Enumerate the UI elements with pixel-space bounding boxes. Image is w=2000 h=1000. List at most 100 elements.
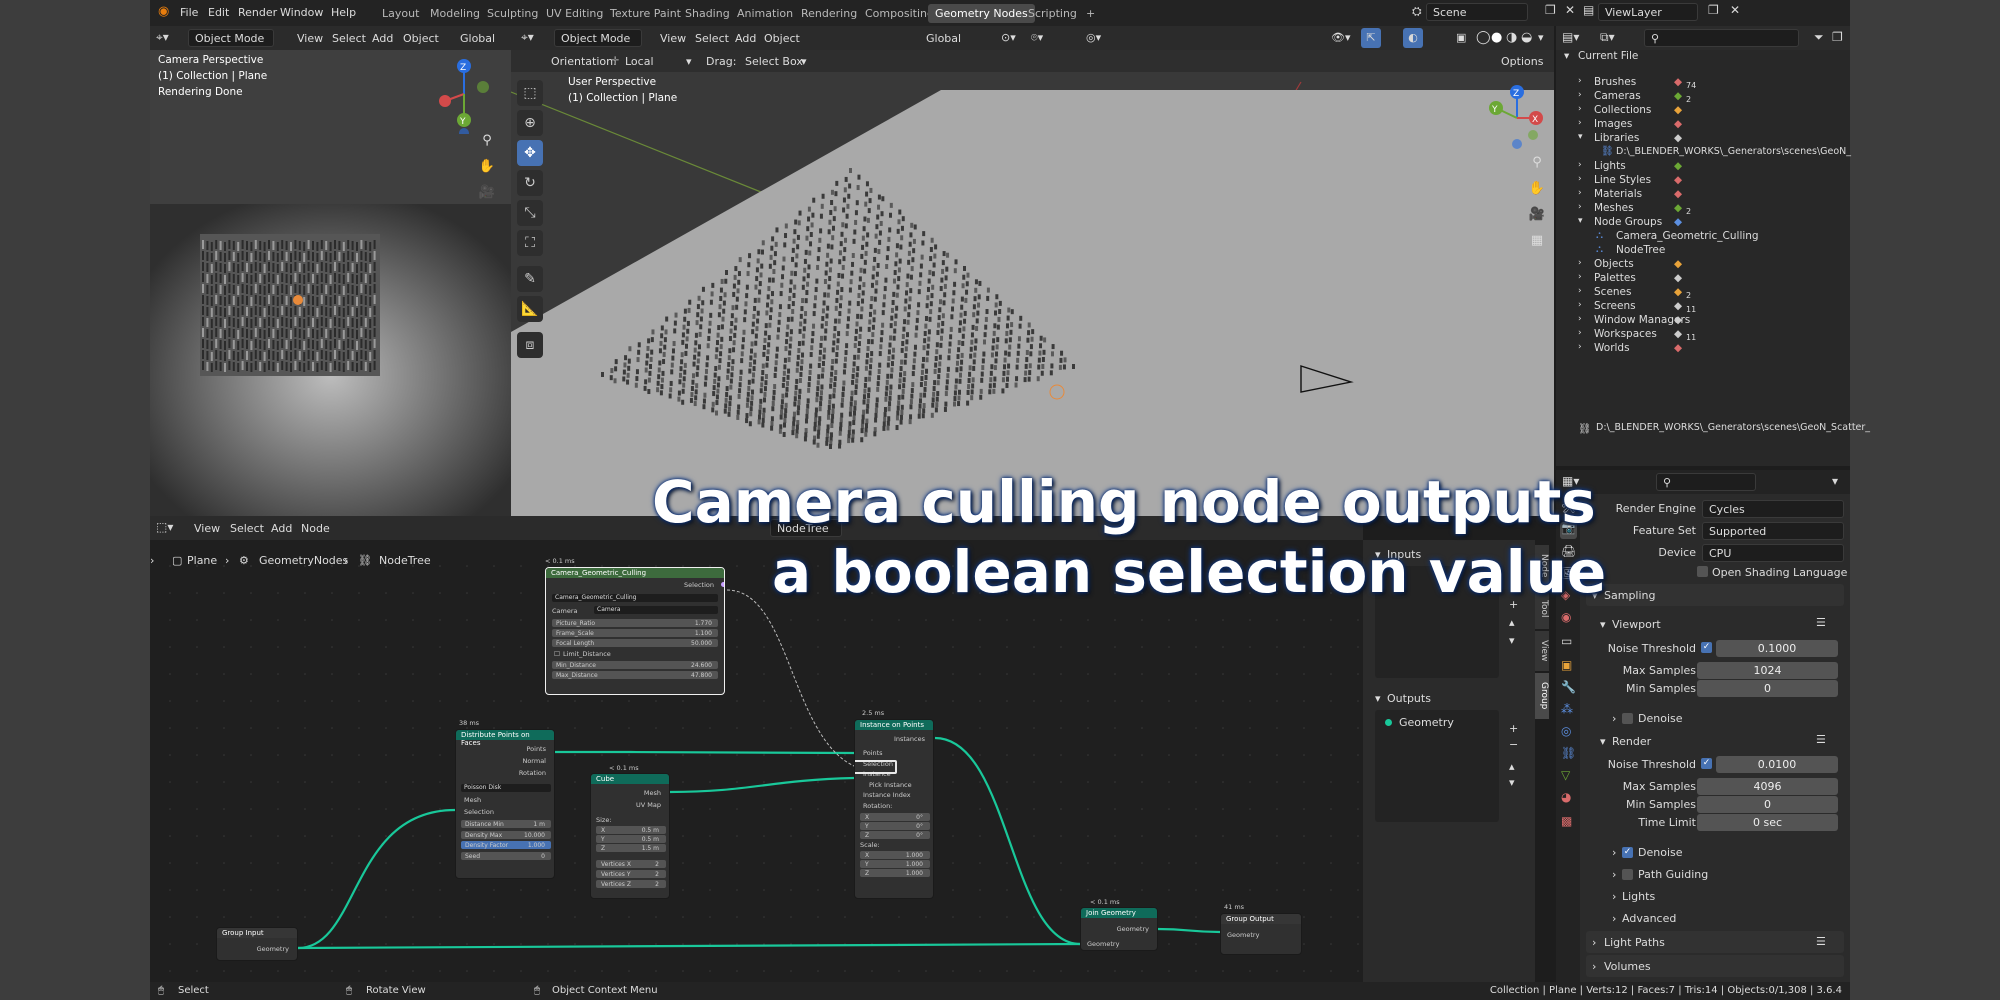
- shading-wireframe-icon[interactable]: ◯: [1476, 30, 1491, 45]
- outliner-chevron-icon[interactable]: ›: [1578, 104, 1582, 114]
- drag-value[interactable]: Select Box: [745, 55, 803, 68]
- outliner-child-item[interactable]: Camera_Geometric_Culling: [1616, 230, 1759, 242]
- device-selector[interactable]: CPU: [1702, 544, 1844, 562]
- new-collection-icon[interactable]: ❐: [1832, 30, 1843, 44]
- view-layer-icon[interactable]: ▤: [1583, 3, 1594, 17]
- texture-tab-icon[interactable]: ▩: [1561, 814, 1572, 828]
- pan-hand-icon[interactable]: ✋: [1526, 178, 1548, 200]
- orientation-dropdown-icon[interactable]: ▾: [686, 55, 692, 68]
- path-guiding-chevron-icon[interactable]: ›: [1612, 868, 1616, 881]
- viewport-noise-checkbox[interactable]: ✓: [1701, 642, 1712, 653]
- add-workspace-button[interactable]: +: [1079, 4, 1102, 23]
- gizmo-toggle-icon[interactable]: ⇱: [1361, 28, 1381, 48]
- orientation-selector[interactable]: Global: [460, 32, 495, 45]
- view-layer-selector[interactable]: ViewLayer: [1598, 3, 1698, 21]
- render-denoise-chevron-icon[interactable]: ›: [1612, 846, 1616, 859]
- viewport-list-icon[interactable]: ☰: [1816, 616, 1826, 629]
- volumes-panel-header[interactable]: › Volumes: [1586, 955, 1844, 977]
- render-max-field[interactable]: 4096: [1697, 778, 1838, 795]
- camera-toggle-icon[interactable]: 🎥: [476, 182, 498, 204]
- outliner-chevron-icon[interactable]: ▾: [1578, 216, 1583, 226]
- outliner-chevron-icon[interactable]: ›: [1578, 300, 1582, 310]
- modifier-tab-icon[interactable]: 🔧: [1561, 680, 1576, 694]
- editor-type-icon[interactable]: ▤▾: [1562, 30, 1579, 44]
- world-tab-icon[interactable]: ◉: [1561, 610, 1571, 624]
- outliner-child-item[interactable]: NodeTree: [1616, 244, 1665, 256]
- menu-add[interactable]: Add: [372, 32, 393, 45]
- render-noise-field[interactable]: 0.0100: [1716, 756, 1838, 773]
- tab-group[interactable]: Group: [1535, 673, 1549, 719]
- outliner-footer-path[interactable]: D:\_BLENDER_WORKS\_Generators\scenes\Geo…: [1596, 422, 1870, 433]
- data-tab-icon[interactable]: ▽: [1561, 768, 1570, 782]
- node-header[interactable]: Distribute Points on Faces: [456, 730, 554, 747]
- outliner-item[interactable]: Objects: [1594, 258, 1634, 270]
- ortho-grid-icon[interactable]: ▦: [1526, 230, 1548, 252]
- tab-layout[interactable]: Layout: [375, 4, 426, 23]
- menu-view[interactable]: View: [660, 32, 686, 45]
- zoom-icon[interactable]: ⚲: [1526, 152, 1548, 174]
- zoom-icon[interactable]: ⚲: [476, 130, 498, 152]
- outliner-chevron-icon[interactable]: ›: [1578, 314, 1582, 324]
- viewport-chevron-icon[interactable]: ▾: [1600, 618, 1606, 631]
- transform-tool-icon[interactable]: ⛶: [517, 230, 543, 256]
- menu-select[interactable]: Select: [332, 32, 366, 45]
- node-header[interactable]: Instance on Points: [855, 720, 933, 730]
- outliner-item[interactable]: Scenes: [1594, 286, 1631, 298]
- filter-icon[interactable]: ⏷: [1814, 30, 1824, 45]
- viewport-max-field[interactable]: 1024: [1697, 662, 1838, 679]
- outliner-chevron-icon[interactable]: ›: [1578, 328, 1582, 338]
- camera-view-icon[interactable]: 🎥: [1526, 204, 1548, 226]
- output-item-geometry[interactable]: Geometry: [1399, 716, 1454, 729]
- time-limit-field[interactable]: 0 sec: [1697, 814, 1838, 831]
- lights-label[interactable]: Lights: [1622, 890, 1655, 903]
- rotate-tool-icon[interactable]: ↻: [517, 170, 543, 196]
- object-tab-icon[interactable]: ▣: [1561, 658, 1572, 672]
- add-cube-tool-icon[interactable]: ⧈: [517, 332, 543, 358]
- outliner-chevron-icon[interactable]: ›: [1578, 342, 1582, 352]
- node-header[interactable]: Group Input: [217, 928, 297, 938]
- viewport-denoise-checkbox[interactable]: [1622, 713, 1633, 724]
- transform-orientation[interactable]: Global: [926, 32, 961, 45]
- options-dropdown[interactable]: Options: [1501, 55, 1543, 68]
- render-chevron-icon[interactable]: ▾: [1600, 735, 1606, 748]
- xray-icon[interactable]: ▣: [1456, 31, 1466, 44]
- shading-solid-icon[interactable]: ●: [1491, 30, 1502, 45]
- feature-set-selector[interactable]: Supported: [1702, 522, 1844, 540]
- light-paths-panel-header[interactable]: › Light Paths ☰: [1586, 931, 1844, 953]
- camera-field[interactable]: Camera: [594, 606, 718, 614]
- osl-checkbox[interactable]: [1697, 566, 1708, 577]
- new-view-layer-icon[interactable]: ❐: [1708, 3, 1719, 17]
- outputs-chevron-icon[interactable]: ▾: [1375, 692, 1381, 705]
- outliner-item[interactable]: Screens: [1594, 300, 1636, 312]
- camera-viewport[interactable]: ⌖▾ Object Mode View Select Add Object Gl…: [150, 26, 511, 516]
- outliner-chevron-icon[interactable]: ›: [1578, 286, 1582, 296]
- move-up-icon[interactable]: ▴: [1509, 616, 1515, 629]
- constraints-tab-icon[interactable]: ⛓: [1561, 746, 1576, 760]
- move-up-icon[interactable]: ▴: [1509, 760, 1515, 773]
- delete-view-layer-icon[interactable]: ✕: [1730, 3, 1740, 17]
- scene-selector[interactable]: Scene: [1426, 3, 1528, 21]
- scene-icon[interactable]: ⛭: [1412, 4, 1422, 19]
- sampling-panel-header[interactable]: ▾ Sampling: [1586, 584, 1844, 606]
- drag-dropdown-icon[interactable]: ▾: [801, 55, 807, 68]
- instance-on-points-node[interactable]: Instance on Points Instances Points Selec…: [854, 719, 934, 899]
- outputs-list[interactable]: Geometry: [1375, 710, 1499, 822]
- shading-options-icon[interactable]: ▾: [1538, 31, 1544, 44]
- outliner-chevron-icon[interactable]: ›: [1578, 202, 1582, 212]
- menu-render[interactable]: Render: [238, 6, 277, 19]
- editor-type-icon[interactable]: ⌖▾: [156, 30, 169, 45]
- collection-tab-icon[interactable]: ▭: [1561, 634, 1572, 648]
- outliner-chevron-icon[interactable]: ›: [1578, 188, 1582, 198]
- outliner-item[interactable]: Meshes: [1594, 202, 1634, 214]
- advanced-chevron-icon[interactable]: ›: [1612, 912, 1616, 925]
- properties-search-input[interactable]: ⚲: [1656, 473, 1756, 491]
- render-noise-checkbox[interactable]: ✓: [1701, 758, 1712, 769]
- outliner-item[interactable]: Palettes: [1594, 272, 1636, 284]
- node-group-selector[interactable]: Camera_Geometric_Culling: [552, 594, 718, 602]
- outliner-chevron-icon[interactable]: ›: [1578, 272, 1582, 282]
- tab-shading[interactable]: Shading: [678, 4, 737, 23]
- outliner-item[interactable]: Workspaces: [1594, 328, 1657, 340]
- join-geometry-node[interactable]: Join Geometry Geometry Geometry: [1080, 907, 1158, 951]
- mode-selector[interactable]: Object Mode: [554, 29, 642, 47]
- outliner-item[interactable]: Lights: [1594, 160, 1626, 172]
